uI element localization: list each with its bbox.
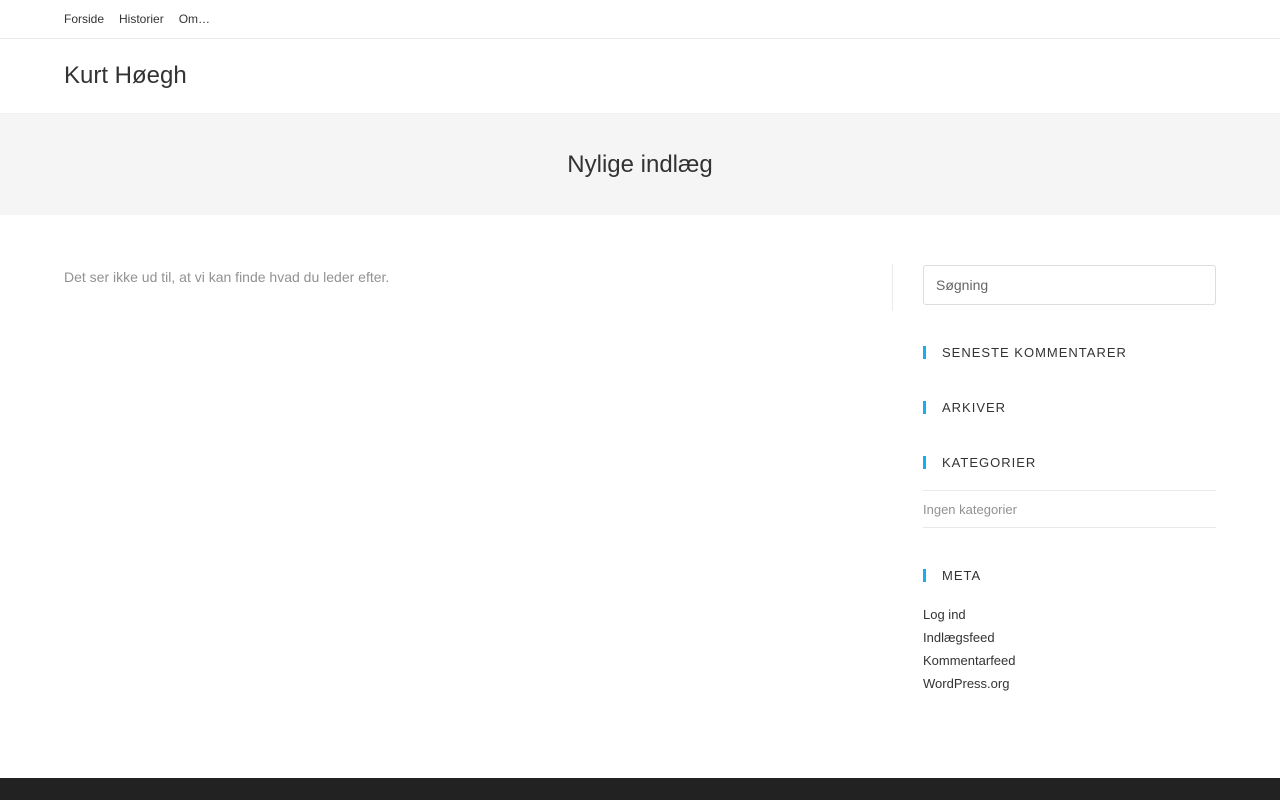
search-input[interactable] xyxy=(923,265,1216,305)
archives-title: Arkiver xyxy=(923,400,1216,415)
site-header: Kurt Høegh xyxy=(0,39,1280,114)
widget-title-accent xyxy=(923,401,926,414)
sidebar: Seneste kommentarer Arkiver Kategorier I… xyxy=(892,215,1216,699)
meta-widget: Meta Log ind Indlægsfeed Kommentarfeed W… xyxy=(923,568,1216,699)
search-widget xyxy=(923,265,1216,305)
categories-list: Ingen kategorier xyxy=(923,490,1216,528)
top-bar: Forside Historier Om… xyxy=(0,0,1280,39)
archives-title-text: Arkiver xyxy=(942,400,1007,415)
list-item: WordPress.org xyxy=(923,676,1216,699)
widget-title-accent xyxy=(923,456,926,469)
widget-title-accent xyxy=(923,569,926,582)
main-content: Det ser ikke ud til, at vi kan finde hva… xyxy=(64,215,892,699)
meta-links: Log ind Indlægsfeed Kommentarfeed WordPr… xyxy=(923,607,1216,699)
meta-link-wordpress[interactable]: WordPress.org xyxy=(923,676,1009,691)
categories-empty-text: Ingen kategorier xyxy=(923,501,1017,517)
nav-item-om[interactable]: Om… xyxy=(179,13,210,25)
nav-item-forside[interactable]: Forside xyxy=(64,13,104,25)
archives-widget: Arkiver xyxy=(923,400,1216,415)
categories-title: Kategorier xyxy=(923,455,1216,470)
sidebar-divider xyxy=(892,264,893,311)
list-item: Kommentarfeed xyxy=(923,653,1216,676)
meta-link-comments-feed[interactable]: Kommentarfeed xyxy=(923,653,1016,668)
site-footer xyxy=(0,778,1280,800)
list-item: Log ind xyxy=(923,607,1216,630)
page-header: Nylige indlæg xyxy=(0,114,1280,215)
page-title: Nylige indlæg xyxy=(567,150,713,178)
nav-item-historier[interactable]: Historier xyxy=(119,13,164,25)
recent-comments-widget: Seneste kommentarer xyxy=(923,345,1216,360)
list-item: Indlægsfeed xyxy=(923,630,1216,653)
recent-comments-title-text: Seneste kommentarer xyxy=(942,345,1127,360)
meta-title: Meta xyxy=(923,568,1216,583)
recent-comments-title: Seneste kommentarer xyxy=(923,345,1216,360)
meta-link-entries-feed[interactable]: Indlægsfeed xyxy=(923,630,995,645)
categories-title-text: Kategorier xyxy=(942,455,1037,470)
content-area: Det ser ikke ud til, at vi kan finde hva… xyxy=(0,215,1280,699)
categories-widget: Kategorier Ingen kategorier xyxy=(923,455,1216,528)
meta-title-text: Meta xyxy=(942,568,982,583)
site-title-link[interactable]: Kurt Høegh xyxy=(64,62,187,90)
widget-title-accent xyxy=(923,346,926,359)
no-results-message: Det ser ikke ud til, at vi kan finde hva… xyxy=(64,269,390,285)
meta-link-login[interactable]: Log ind xyxy=(923,607,966,622)
top-navigation: Forside Historier Om… xyxy=(64,13,225,25)
